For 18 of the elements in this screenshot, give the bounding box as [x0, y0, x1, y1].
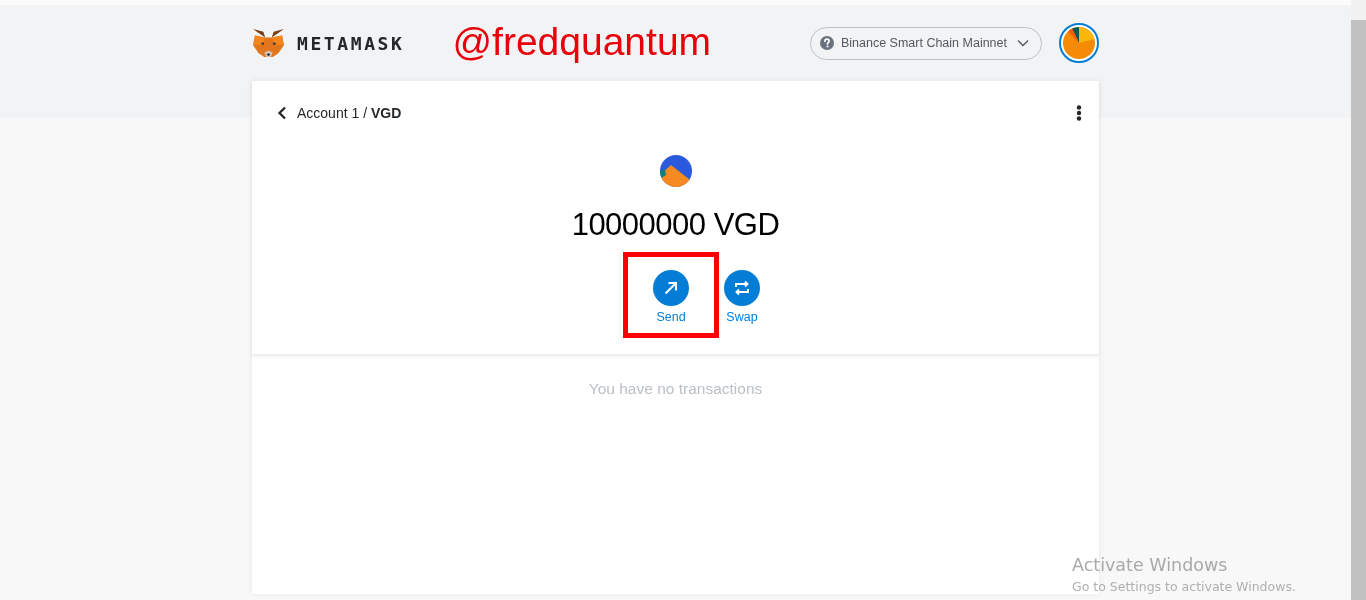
fox-logo-icon [252, 27, 285, 59]
arrow-up-right-icon [653, 270, 689, 306]
logo-wordmark: METAMASK [297, 32, 405, 54]
empty-transactions-text: You have no transactions [588, 380, 763, 398]
swap-button[interactable]: Swap [722, 270, 762, 324]
swap-arrows-icon [724, 270, 760, 306]
send-button[interactable]: Send [651, 270, 691, 324]
token-icon [659, 155, 692, 187]
back-icon[interactable] [277, 106, 287, 120]
kebab-menu-icon[interactable] [1076, 105, 1082, 121]
chevron-down-icon [1017, 39, 1029, 47]
token-balance: 10000000 VGD [571, 206, 780, 244]
avatar-icon[interactable] [1059, 23, 1099, 63]
username-annotation: @fredquantum [452, 21, 712, 61]
activation-title: Activate Windows [1072, 554, 1229, 577]
question-circle-icon [819, 36, 834, 50]
activation-subtitle: Go to Settings to activate Windows. [1072, 578, 1296, 596]
breadcrumb-text: Account 1 / VGD [297, 105, 402, 121]
